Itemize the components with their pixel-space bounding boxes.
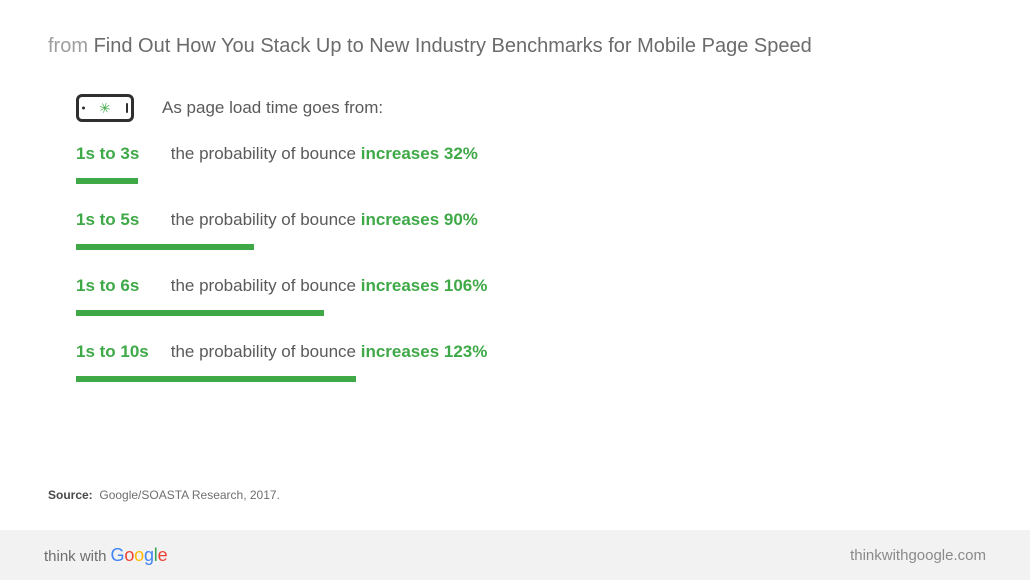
source-label: Source: xyxy=(48,488,93,502)
source-text: Google/SOASTA Research, 2017. xyxy=(99,488,280,502)
stat-row: 1s to 6s the probability of bounce incre… xyxy=(76,276,990,296)
stat-row: 1s to 3s the probability of bounce incre… xyxy=(76,144,990,164)
source-line: Source: Google/SOASTA Research, 2017. xyxy=(48,488,280,502)
brand: think with Google xyxy=(44,545,167,566)
bar xyxy=(76,244,254,250)
bar xyxy=(76,310,324,316)
title-prefix: from xyxy=(48,35,88,57)
stat-mid: the probability of bounce xyxy=(171,276,356,295)
increase-value: increases 32% xyxy=(361,144,478,163)
page: from Find Out How You Stack Up to New In… xyxy=(0,0,1030,580)
bar xyxy=(76,178,138,184)
google-logo: Google xyxy=(111,545,168,566)
phone-loading-icon: ✳ xyxy=(76,94,134,122)
spinner-icon: ✳ xyxy=(98,100,113,117)
load-range: 1s to 10s xyxy=(76,342,156,362)
stat-mid: the probability of bounce xyxy=(171,144,356,163)
increase-value: increases 106% xyxy=(361,276,488,295)
increase-value: increases 123% xyxy=(361,342,488,361)
footer: think with Google thinkwithgoogle.com xyxy=(0,530,1030,580)
load-range: 1s to 6s xyxy=(76,276,156,296)
stat-mid: the probability of bounce xyxy=(171,210,356,229)
footer-url: thinkwithgoogle.com xyxy=(850,547,986,564)
stat-row: 1s to 5s the probability of bounce incre… xyxy=(76,210,990,230)
brand-prefix: think with xyxy=(44,548,107,565)
load-range: 1s to 3s xyxy=(76,144,156,164)
lead-row: ✳ As page load time goes from: xyxy=(76,94,990,122)
page-title: from Find Out How You Stack Up to New In… xyxy=(48,32,990,60)
content: ✳ As page load time goes from: 1s to 3s … xyxy=(48,94,990,382)
bar xyxy=(76,376,356,382)
stat-mid: the probability of bounce xyxy=(171,342,356,361)
lead-text: As page load time goes from: xyxy=(162,98,383,118)
increase-value: increases 90% xyxy=(361,210,478,229)
title-main: Find Out How You Stack Up to New Industr… xyxy=(94,35,812,57)
load-range: 1s to 5s xyxy=(76,210,156,230)
stat-row: 1s to 10s the probability of bounce incr… xyxy=(76,342,990,362)
